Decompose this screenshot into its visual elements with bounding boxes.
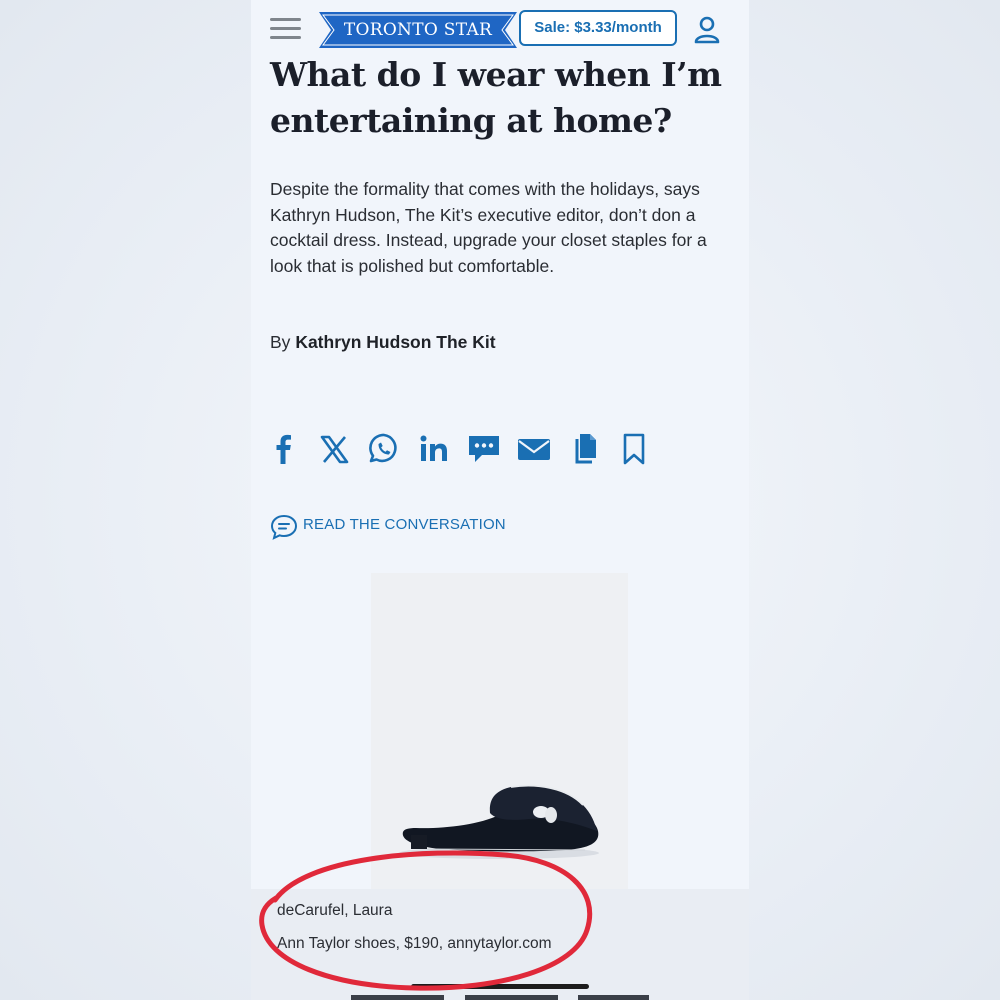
email-icon[interactable] [516,430,552,468]
logo-text: TORONTO STAR [343,20,493,40]
article-photo[interactable] [371,573,628,889]
read-conversation-label: READ THE CONVERSATION [303,516,506,533]
phone-screen: TORONTO STAR Sale: $3.33/month What do I… [251,0,749,1000]
byline: By Kathryn Hudson The Kit [270,332,496,353]
menu-icon[interactable] [270,18,301,40]
copy-link-icon[interactable] [566,430,602,468]
account-icon[interactable] [694,16,720,44]
photo-caption: Ann Taylor shoes, $190, annytaylor.com [277,935,552,952]
home-indicator[interactable] [411,984,589,989]
article-headline: What do I wear when I’m entertaining at … [270,55,722,140]
byline-author[interactable]: Kathryn Hudson The Kit [295,332,495,352]
bottom-bar-segment [351,995,444,1000]
subscribe-sale-button[interactable]: Sale: $3.33/month [519,10,677,46]
toronto-star-logo[interactable]: TORONTO STAR [319,12,517,48]
bottom-bar-segment [465,995,558,1000]
bottom-bar-segment [578,995,649,1000]
comment-icon [270,514,298,540]
byline-prefix: By [270,332,291,352]
facebook-icon[interactable] [266,430,302,468]
x-icon[interactable] [316,430,352,468]
article-dek: Despite the formality that comes with th… [270,179,707,276]
photo-credit: deCarufel, Laura [277,902,393,919]
shoe-image [399,784,599,859]
bookmark-icon[interactable] [616,430,652,468]
whatsapp-icon[interactable] [366,430,402,468]
linkedin-icon[interactable] [416,430,452,468]
sms-icon[interactable] [466,430,502,468]
